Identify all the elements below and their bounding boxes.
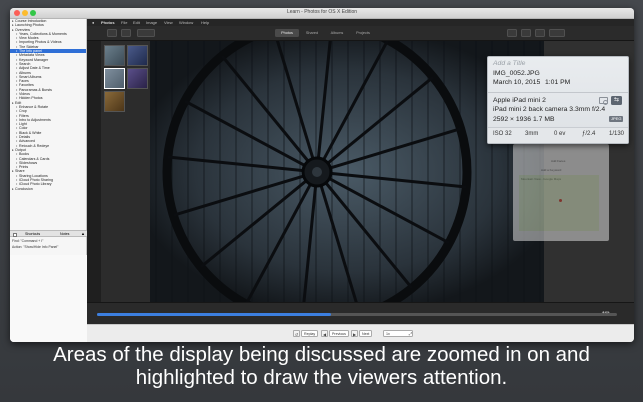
wagon-wheel-photo (150, 41, 544, 302)
thumbnail-strip (101, 41, 151, 302)
location-pin-icon (559, 199, 562, 202)
caption-line-2: highlighted to draw the viewers attentio… (135, 366, 508, 389)
lens-info: iPad mini 2 back camera 3.3mm f/2.4 (493, 106, 606, 113)
previous-icon[interactable]: ◀ (321, 330, 328, 337)
exif-exposure-bias: 0 ev (554, 131, 566, 137)
photo-filename: IMG_0052.JPG (493, 70, 540, 77)
photo-backdrop (150, 41, 544, 302)
window-title: Learn - Photos for OS X Edition (286, 9, 358, 15)
thumbnail (104, 45, 125, 66)
format-badge: JPEG (609, 116, 624, 122)
volume-icon[interactable]: ◀◀ ▶ (602, 310, 610, 314)
exif-focal-length: 3mm (525, 131, 539, 137)
location-map: Mountain View - Google Maps (519, 175, 599, 231)
apple-menu-icon: ● (92, 20, 95, 25)
tab-projects: Projects (356, 31, 370, 35)
photo-date: March 10, 2015 (493, 79, 541, 86)
tab-notes[interactable]: Notes (60, 231, 69, 237)
tab-shortcuts[interactable]: Shortcuts (25, 231, 40, 237)
add-title-field[interactable]: Add a Title (493, 60, 525, 67)
map-label: Mountain View - Google Maps (521, 177, 562, 181)
playback-controls: ↺ Replay ◀ Previous ▶ Next 1x ⤢ (87, 324, 634, 342)
forward-button (121, 29, 131, 37)
thumbnail (127, 68, 148, 89)
edit-button (549, 29, 565, 37)
photo-viewer (150, 41, 544, 302)
exif-shutter: 1/130 (609, 131, 625, 137)
info-panel-background: Add Faces Add a Keyword Mountain View - … (513, 144, 609, 241)
toggle-icon[interactable] (13, 232, 17, 237)
tab-albums: Albums (330, 31, 344, 35)
menu-view: View (164, 20, 173, 25)
sidebar-item-label: Hidden Photos (19, 96, 43, 101)
file-size: 1.7 MB (533, 116, 555, 123)
sidebar-item[interactable]: ▸Conclusion (10, 187, 86, 191)
shortcut-action-text: Action: "Show/Hide Info Panel" (12, 245, 59, 249)
rotate-button (535, 29, 545, 37)
video-control-bar: ◀◀ ▶ (87, 302, 634, 324)
add-keyword-text: Add a Keyword (541, 168, 562, 172)
lesson-list: ▸Course Introduction ▸Launching Photos ▸Ov… (10, 19, 86, 191)
info-button (507, 29, 517, 37)
tab-shared: Shared (305, 31, 319, 35)
shortcut-find-text: Find: "Command + I" (12, 239, 44, 243)
add-faces-text: Add Faces (551, 159, 566, 163)
info-divider (488, 92, 628, 93)
replay-icon[interactable]: ↺ (293, 330, 300, 337)
thumbnail (104, 91, 125, 112)
photos-menubar: ● Photos File Edit Image View Window Hel… (87, 19, 634, 26)
next-button[interactable]: Next (359, 330, 373, 337)
favorite-button (521, 29, 531, 37)
video-progress-track[interactable] (97, 313, 617, 316)
camera-icon (599, 97, 608, 105)
menu-window: Window (179, 20, 194, 25)
wheel-axle (312, 167, 322, 177)
back-button (107, 29, 117, 37)
menu-help: Help (201, 20, 210, 25)
notes-area (10, 255, 87, 342)
replay-button[interactable]: Replay (301, 330, 319, 337)
tab-photos: Photos (275, 29, 299, 37)
previous-button[interactable]: Previous (329, 330, 349, 337)
sidebar-item-label: Conclusion (15, 186, 33, 191)
fullscreen-icon[interactable]: ⤢ (407, 330, 414, 337)
window-titlebar: Learn - Photos for OS X Edition (10, 8, 634, 19)
thumbnail-selected (104, 68, 125, 89)
photo-time: 1:01 PM (545, 79, 571, 86)
scroll-up-icon[interactable]: ▲ (81, 231, 85, 237)
thumbnail (127, 45, 148, 66)
camera-model: Apple iPad mini 2 (493, 97, 546, 104)
caption-line-1: Areas of the display being discussed are… (53, 343, 590, 366)
menu-file: File (121, 20, 128, 25)
next-icon[interactable]: ▶ (351, 330, 358, 337)
lesson-sidebar: ▸Course Introduction ▸Launching Photos ▸Ov… (10, 19, 87, 342)
photo-dimensions: 2592 × 1936 (493, 116, 531, 123)
adjustments-icon[interactable]: ⇆ (611, 96, 622, 105)
menu-image: Image (146, 20, 158, 25)
menu-edit: Edit (133, 20, 140, 25)
promo-caption: Areas of the display being discussed are… (0, 343, 643, 389)
photos-toolbar: Photos Shared Albums Projects (87, 26, 634, 41)
video-progress-fill (97, 313, 331, 316)
exif-aperture: ƒ/2.4 (582, 131, 596, 137)
sidebar-tab-bar: Shortcuts Notes ▲ (10, 230, 87, 237)
zoom-slider (137, 29, 155, 37)
menu-photos: Photos (101, 20, 115, 25)
zoomed-info-panel: Add a Title IMG_0052.JPG March 10, 2015 … (487, 56, 629, 144)
exif-iso: ISO 32 (493, 131, 512, 137)
